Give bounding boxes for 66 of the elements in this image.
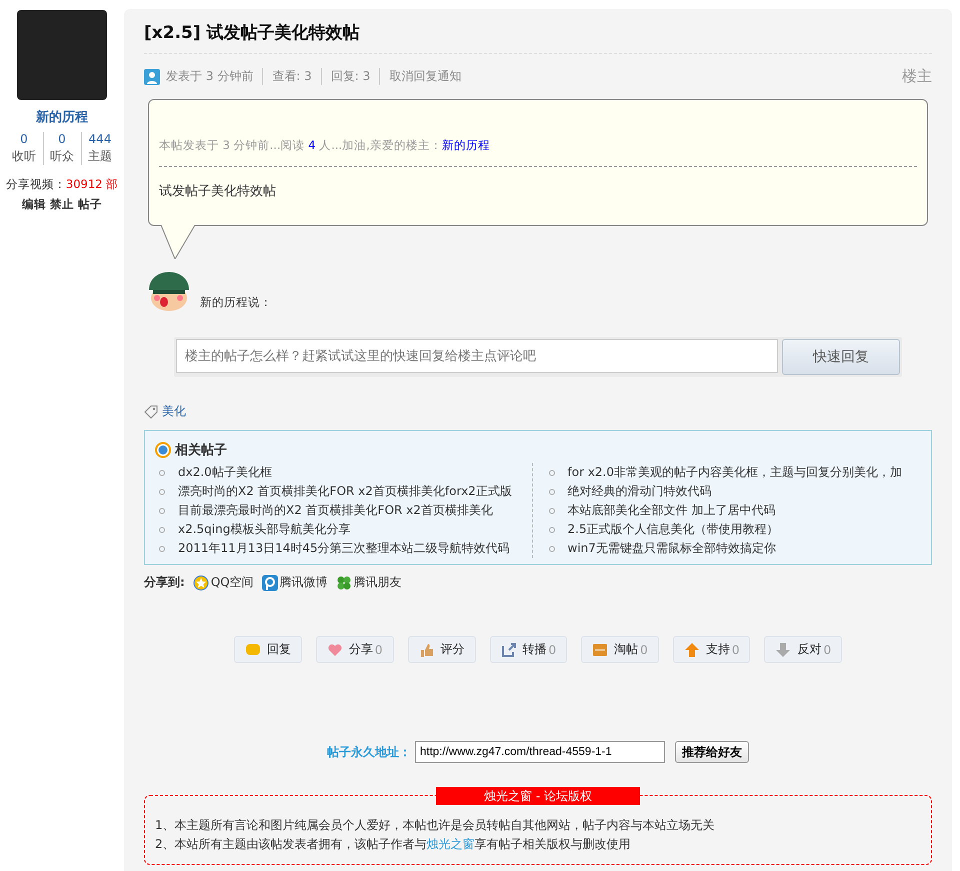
related-post-link[interactable]: for x2.0非常美观的帖子内容美化框，主题与回复分别美化，加 bbox=[568, 463, 902, 482]
related-post-link[interactable]: 绝对经典的滑动门特效代码 bbox=[568, 482, 712, 501]
post-action-button[interactable]: 分享 0 bbox=[316, 636, 394, 663]
post-meta: 查看: 3 bbox=[272, 68, 322, 85]
author-says: 新的历程说： bbox=[200, 295, 272, 311]
share-videos-count: 30912 部 bbox=[66, 177, 118, 191]
speech-bubble-icon bbox=[244, 642, 261, 658]
recommend-button[interactable]: 推荐给好友 bbox=[675, 741, 749, 763]
down-arrow-icon bbox=[775, 642, 792, 658]
related-post-link[interactable]: 本站底部美化全部文件 加上了居中代码 bbox=[568, 501, 776, 520]
thumbs-up-icon bbox=[418, 642, 435, 658]
related-post-link[interactable]: 漂亮时尚的X2 首页横排美化FOR x2首页横排美化forx2正式版 bbox=[178, 482, 512, 501]
share-label: 分享到: bbox=[144, 574, 185, 591]
related-posts-title: 相关帖子 bbox=[175, 442, 227, 459]
floor-label: 楼主 bbox=[902, 67, 932, 86]
permalink-label: 帖子永久地址： bbox=[327, 744, 411, 760]
star-badge-icon bbox=[192, 574, 209, 590]
post-body: 试发帖子美化特效帖 bbox=[159, 183, 277, 200]
logo-icon bbox=[155, 442, 171, 458]
post-title: [x2.5] 试发帖子美化特效帖 bbox=[144, 9, 932, 54]
related-post-link[interactable]: 目前最漂亮最时尚的X2 首页横排美化FOR x2首页横排美化 bbox=[178, 501, 493, 520]
related-post-link[interactable]: 2011年11月13日14时45分第三次整理本站二级导航特效代码 bbox=[178, 539, 510, 558]
share-link[interactable]: QQ空间 bbox=[192, 574, 254, 591]
stat-label: 主题 bbox=[88, 148, 112, 165]
copyright-line: 1、本主题所有言论和图片纯属会员个人爱好，本帖也许是会员转帖自其他网站，帖子内容与本站立场无关 bbox=[155, 817, 716, 834]
share-link[interactable]: 腾讯朋友 bbox=[336, 574, 402, 591]
author-link[interactable]: 新的历程 bbox=[442, 138, 490, 152]
share-videos-label: 分享视频： bbox=[6, 177, 66, 191]
post-action-button[interactable]: 支持 0 bbox=[672, 636, 750, 663]
author-action-link[interactable]: 编辑 bbox=[22, 197, 46, 212]
stat-value[interactable]: 0 bbox=[58, 132, 66, 146]
copyright-title: 烛光之窗 - 论坛版权 bbox=[436, 787, 640, 805]
author-name-link[interactable]: 新的历程 bbox=[36, 108, 88, 126]
related-post-link[interactable]: 2.5正式版个人信息美化（带使用教程） bbox=[568, 520, 779, 539]
heart-icon bbox=[326, 642, 343, 658]
forward-arrow-icon bbox=[500, 642, 517, 658]
quick-reply-field[interactable]: 楼主的帖子怎么样？赶紧试试这里的快速回复给楼主点评论吧 bbox=[176, 339, 778, 373]
post-action-button[interactable]: 评分 bbox=[408, 636, 476, 663]
up-arrow-icon bbox=[684, 642, 700, 658]
user-icon bbox=[144, 68, 160, 84]
post-notice: 本帖发表于 3 分钟前...阅读 4 人...加油,亲爱的楼主：新的历程 bbox=[159, 138, 491, 153]
stat-label: 听众 bbox=[50, 148, 74, 165]
related-post-link[interactable]: dx2.0帖子美化框 bbox=[178, 463, 272, 482]
stat-value[interactable]: 0 bbox=[20, 132, 28, 146]
tray-icon bbox=[592, 642, 608, 658]
post-action-button[interactable]: 反对 0 bbox=[764, 636, 842, 663]
stat-label: 收听 bbox=[12, 148, 36, 165]
author-action-link[interactable]: 禁止 bbox=[50, 197, 74, 212]
share-link[interactable]: 腾讯微博 bbox=[262, 574, 328, 591]
stat-value[interactable]: 444 bbox=[88, 132, 112, 146]
p-letter-icon bbox=[262, 574, 278, 590]
related-post-link[interactable]: win7无需键盘只需鼠标全部特效搞定你 bbox=[568, 539, 776, 558]
tag-icon bbox=[144, 404, 158, 418]
post-meta: 发表于 3 分钟前 bbox=[166, 68, 264, 85]
avatar-photo-placeholder[interactable] bbox=[17, 10, 107, 100]
related-post-link[interactable]: x2.5qing模板头部导航美化分享 bbox=[178, 520, 350, 539]
author-action-link[interactable]: 帖子 bbox=[78, 197, 102, 212]
post-meta: 回复: 3 bbox=[330, 68, 380, 85]
quick-reply-button[interactable]: 快速回复 bbox=[782, 339, 900, 375]
post-action-button[interactable]: 淘帖 0 bbox=[581, 636, 659, 663]
post-action-button[interactable]: 转播 0 bbox=[490, 636, 568, 663]
post-action-button[interactable]: 回复 bbox=[234, 636, 302, 663]
tag-link[interactable]: 美化 bbox=[162, 403, 186, 420]
copyright-line: 2、本站所有主题由该帖发表者拥有，该帖子作者与烛光之窗享有帖子相关版权与删改使用 bbox=[155, 836, 632, 853]
clover-icon bbox=[336, 574, 352, 590]
permalink-field[interactable]: http://www.zg47.com/thread-4559-1-1 bbox=[415, 741, 665, 763]
